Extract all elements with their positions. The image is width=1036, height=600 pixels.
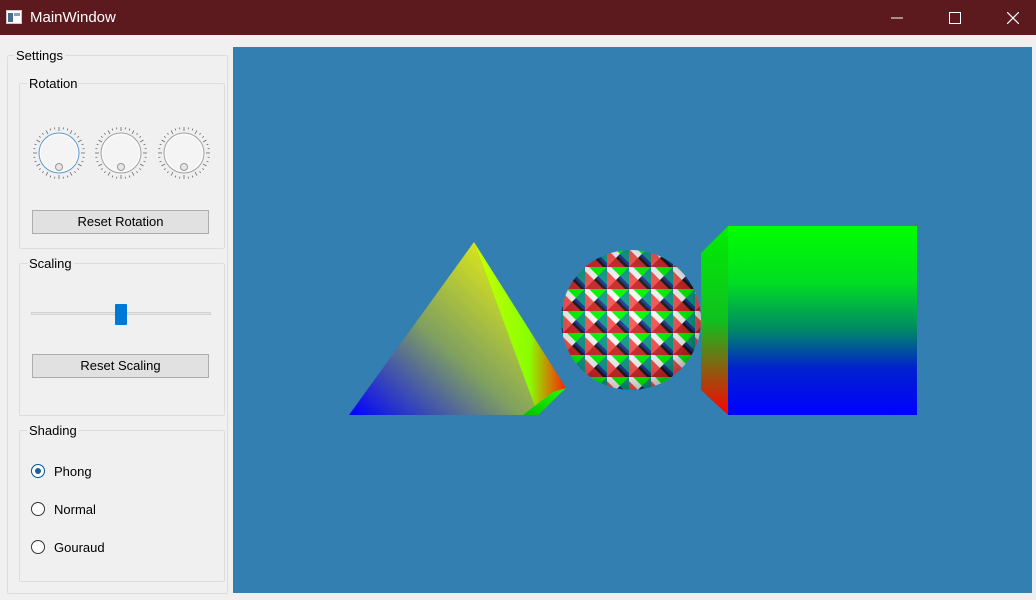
- radio-label[interactable]: Normal: [54, 502, 96, 517]
- app-icon: [6, 10, 22, 24]
- radio-indicator[interactable]: [31, 540, 45, 554]
- title-bar: MainWindow: [0, 0, 1036, 35]
- render-viewport[interactable]: [233, 47, 1032, 593]
- rotation-y-dial[interactable]: [93, 125, 149, 181]
- scaling-group-title: Scaling: [27, 256, 74, 271]
- close-button[interactable]: [990, 0, 1036, 35]
- rotation-x-dial[interactable]: [31, 125, 87, 181]
- reset-scaling-button[interactable]: Reset Scaling: [32, 354, 209, 378]
- sphere: [561, 250, 701, 390]
- shading-group: [19, 430, 225, 582]
- scene: [349, 226, 917, 415]
- minimize-button[interactable]: [874, 0, 920, 35]
- window-title: MainWindow: [30, 9, 116, 26]
- radio-label[interactable]: Gouraud: [54, 540, 105, 555]
- settings-group-title: Settings: [14, 48, 65, 63]
- rotation-z-dial[interactable]: [156, 125, 212, 181]
- cube: [701, 226, 917, 415]
- radio-indicator[interactable]: [31, 464, 45, 478]
- shading-group-title: Shading: [27, 423, 79, 438]
- radio-indicator[interactable]: [31, 502, 45, 516]
- maximize-button[interactable]: [932, 0, 978, 35]
- radio-label[interactable]: Phong: [54, 464, 92, 479]
- maximize-icon: [949, 12, 961, 24]
- scaling-group: [19, 263, 225, 416]
- scaling-slider-handle[interactable]: [115, 304, 127, 325]
- pyramid: [349, 242, 566, 415]
- rotation-group-title: Rotation: [27, 76, 80, 91]
- close-icon: [1007, 12, 1019, 24]
- reset-rotation-button[interactable]: Reset Rotation: [32, 210, 209, 234]
- minimize-icon: [891, 17, 903, 19]
